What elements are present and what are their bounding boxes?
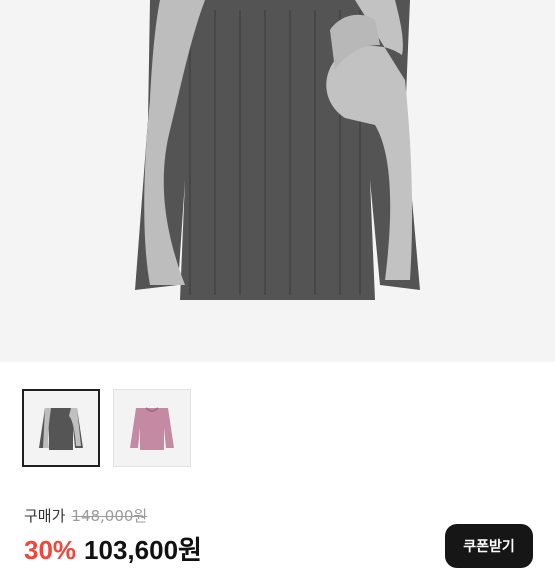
final-price: 103,600원 xyxy=(84,535,202,565)
thumbnail-grey-sweater[interactable] xyxy=(22,389,100,467)
thumbnail-list xyxy=(22,389,191,467)
grey-sweater-icon xyxy=(39,408,83,450)
product-main-image xyxy=(0,0,555,362)
price-label-row: 구매가 148,000원 xyxy=(24,505,147,526)
price-label: 구매가 xyxy=(24,507,66,525)
sweater-illustration xyxy=(135,0,420,300)
thumbnail-pink-sweater[interactable] xyxy=(113,389,191,467)
pink-sweater-icon xyxy=(130,407,174,450)
price-row: 30% 103,600원 xyxy=(24,530,202,567)
coupon-button[interactable]: 쿠폰받기 xyxy=(445,524,533,568)
discount-rate: 30% xyxy=(24,535,77,565)
original-price: 148,000원 xyxy=(71,507,148,525)
